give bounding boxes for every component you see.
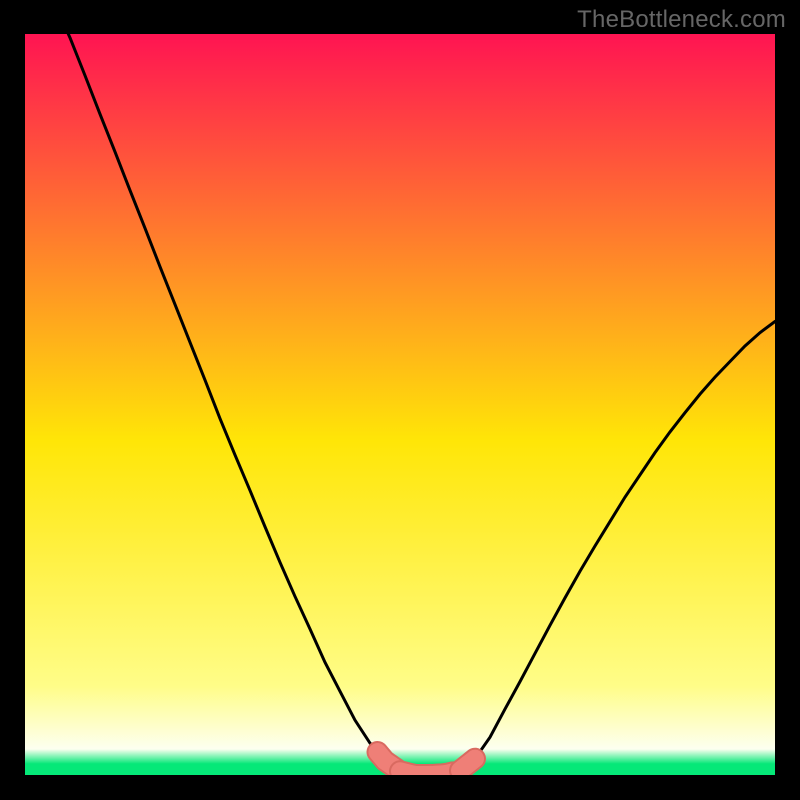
chart-frame: TheBottleneck.com — [0, 0, 800, 800]
bottleneck-chart-svg — [25, 34, 775, 775]
right-end-marker — [460, 759, 475, 771]
bottom-flat-marker — [400, 771, 453, 775]
gradient-background — [25, 34, 775, 775]
attribution-text: TheBottleneck.com — [577, 6, 786, 34]
plot-area — [25, 34, 775, 775]
